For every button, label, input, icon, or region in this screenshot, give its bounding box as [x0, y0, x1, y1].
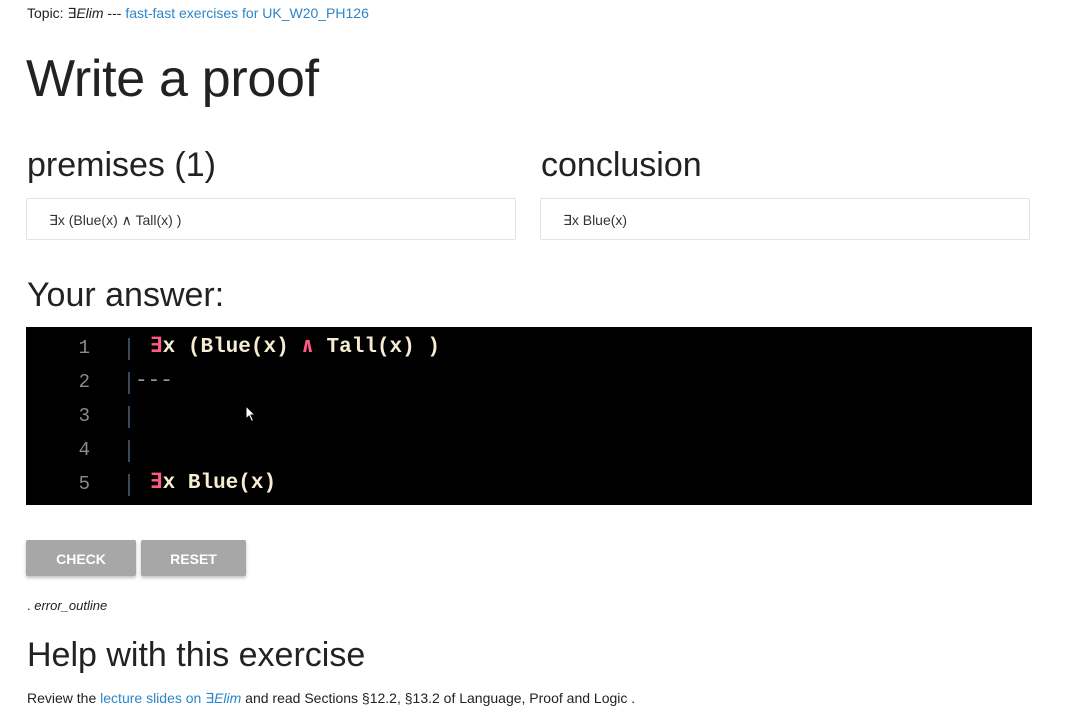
premise-formula: ∃x (Blue(x) ∧ Tall(x) )	[49, 212, 182, 228]
check-button[interactable]: CHECK	[26, 540, 136, 576]
editor-line[interactable]: 3	[26, 399, 1032, 433]
code-text: ∃x (Blue(x) ∧ Tall(x) )	[150, 331, 440, 365]
answer-heading: Your answer:	[27, 276, 225, 314]
lecture-slides-link-rule: ∃Elim	[205, 690, 242, 706]
and-symbol: ∧	[301, 336, 314, 359]
error-outline-icon: error_outline	[34, 598, 108, 613]
premise-box: ∃x (Blue(x) ∧ Tall(x) )	[26, 198, 516, 240]
topic-prefix: Topic:	[27, 5, 68, 21]
conclusion-formula: ∃x Blue(x)	[563, 212, 628, 228]
conclusion-heading: conclusion	[541, 146, 702, 184]
lecture-slides-link[interactable]: lecture slides on ∃Elim	[100, 690, 241, 706]
lecture-slides-link-text: lecture slides on	[100, 690, 206, 706]
gutter-bar	[128, 440, 130, 462]
editor-line[interactable]: 5 ∃x Blue(x)	[26, 467, 1032, 501]
reset-button[interactable]: RESET	[141, 540, 246, 576]
line-number: 1	[78, 337, 90, 359]
mouse-cursor-icon	[245, 405, 257, 423]
exists-symbol: ∃	[150, 336, 163, 359]
editor-line[interactable]: 4	[26, 433, 1032, 467]
gutter-bar	[128, 372, 130, 394]
help-heading: Help with this exercise	[27, 636, 366, 674]
separator-dashes: ---	[135, 370, 173, 393]
exists-symbol: ∃	[150, 472, 163, 495]
code-fragment: Tall(x) )	[313, 336, 440, 359]
help-text-before: Review the	[27, 690, 101, 706]
code-fragment: x Blue(x)	[162, 472, 277, 495]
premises-heading: premises (1)	[27, 146, 216, 184]
status-message: . error_outline	[27, 598, 107, 613]
help-text-after: and read Sections §12.2, §13.2 of Langua…	[241, 690, 636, 706]
editor-line[interactable]: 1 ∃x (Blue(x) ∧ Tall(x) )	[26, 331, 1032, 365]
editor-line[interactable]: 2 ---	[26, 365, 1032, 399]
code-text: ∃x Blue(x)	[150, 467, 276, 501]
topic-separator: ---	[103, 5, 126, 21]
conclusion-box: ∃x Blue(x)	[540, 198, 1030, 240]
gutter-bar	[128, 406, 130, 428]
topic-link[interactable]: fast-fast exercises for UK_W20_PH126	[125, 5, 369, 21]
gutter-bar	[128, 474, 130, 496]
line-number: 5	[78, 473, 90, 495]
code-fragment: x (Blue(x)	[162, 336, 302, 359]
help-text: Review the lecture slides on ∃Elim and r…	[27, 690, 635, 707]
page-title: Write a proof	[26, 50, 319, 108]
proof-editor[interactable]: 1 ∃x (Blue(x) ∧ Tall(x) ) 2 --- 3 4 5 ∃x…	[26, 327, 1032, 505]
line-number: 4	[78, 439, 90, 461]
topic-breadcrumb: Topic: ∃Elim --- fast-fast exercises for…	[27, 5, 369, 22]
gutter-bar	[128, 338, 130, 360]
line-number: 2	[78, 371, 90, 393]
topic-rule: ∃Elim	[67, 5, 104, 21]
line-number: 3	[78, 405, 90, 427]
